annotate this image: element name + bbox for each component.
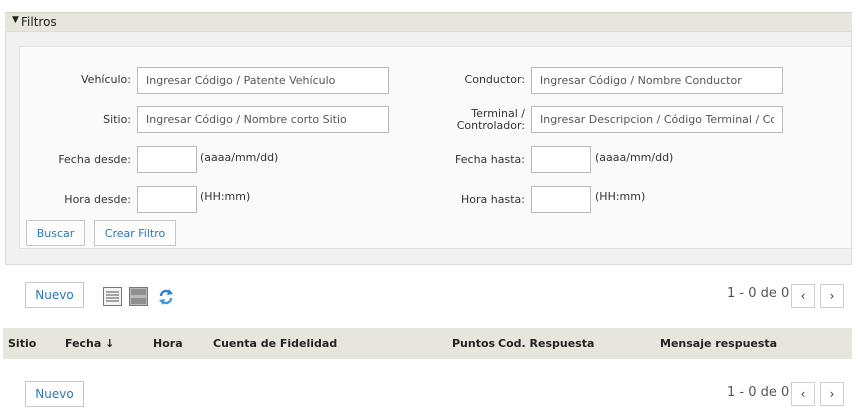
col-header-fecha[interactable]: Fecha ↓ bbox=[65, 337, 114, 350]
col-header-cod-respuesta[interactable]: Cod. Respuesta bbox=[498, 337, 594, 350]
col-header-puntos[interactable]: Puntos bbox=[452, 337, 495, 350]
sitio-input[interactable] bbox=[137, 106, 389, 133]
hora-hasta-hint: (HH:mm) bbox=[595, 190, 646, 203]
hora-desde-hint: (HH:mm) bbox=[200, 190, 251, 203]
refresh-icon[interactable] bbox=[157, 288, 175, 306]
filters-title: Filtros bbox=[21, 15, 57, 29]
nuevo-button-bottom[interactable]: Nuevo bbox=[25, 381, 84, 407]
fecha-desde-input[interactable] bbox=[137, 146, 197, 173]
pager-info-top: 1 - 0 de 0 bbox=[727, 286, 790, 301]
filters-form: Vehículo: Conductor: Sitio: Terminal / C… bbox=[19, 46, 851, 249]
grid-header: Sitio Fecha ↓ Hora Cuenta de Fidelidad P… bbox=[3, 328, 852, 359]
fecha-hasta-input[interactable] bbox=[531, 146, 591, 173]
pager-info-bottom: 1 - 0 de 0 bbox=[727, 385, 790, 400]
list-view-icon[interactable] bbox=[103, 287, 122, 306]
chevron-left-icon[interactable]: ‹ bbox=[791, 284, 815, 308]
fecha-hasta-label: Fecha hasta: bbox=[455, 153, 525, 166]
conductor-label: Conductor: bbox=[464, 73, 525, 86]
chevron-left-icon[interactable]: ‹ bbox=[791, 382, 815, 406]
filters-panel: Vehículo: Conductor: Sitio: Terminal / C… bbox=[5, 31, 852, 265]
fecha-desde-label: Fecha desde: bbox=[58, 153, 131, 166]
fecha-hasta-hint: (aaaa/mm/dd) bbox=[595, 151, 674, 164]
col-header-mensaje[interactable]: Mensaje respuesta bbox=[660, 337, 777, 350]
chevron-right-icon[interactable]: › bbox=[820, 382, 844, 406]
hora-hasta-label: Hora hasta: bbox=[461, 193, 525, 206]
chevron-right-icon[interactable]: › bbox=[820, 284, 844, 308]
compact-view-icon[interactable] bbox=[129, 287, 148, 306]
vehiculo-label: Vehículo: bbox=[81, 73, 131, 86]
hora-desde-label: Hora desde: bbox=[64, 193, 131, 206]
col-header-cuenta[interactable]: Cuenta de Fidelidad bbox=[213, 337, 337, 350]
col-header-sitio[interactable]: Sitio bbox=[8, 337, 36, 350]
hora-desde-input[interactable] bbox=[137, 186, 197, 213]
sitio-label: Sitio: bbox=[103, 113, 131, 126]
vehiculo-input[interactable] bbox=[137, 67, 389, 94]
buscar-button[interactable]: Buscar bbox=[26, 220, 85, 246]
terminal-label: Terminal / Controlador: bbox=[415, 108, 525, 132]
nuevo-button-top[interactable]: Nuevo bbox=[25, 282, 84, 308]
fecha-desde-hint: (aaaa/mm/dd) bbox=[200, 151, 279, 164]
terminal-input[interactable] bbox=[531, 106, 783, 133]
hora-hasta-input[interactable] bbox=[531, 186, 591, 213]
filters-panel-header[interactable]: ▼ Filtros bbox=[5, 12, 852, 31]
terminal-label-line2: Controlador: bbox=[456, 119, 525, 132]
crear-filtro-button[interactable]: Crear Filtro bbox=[94, 220, 176, 246]
conductor-input[interactable] bbox=[531, 67, 783, 94]
triangle-down-icon[interactable]: ▼ bbox=[12, 15, 19, 25]
col-header-hora[interactable]: Hora bbox=[153, 337, 183, 350]
